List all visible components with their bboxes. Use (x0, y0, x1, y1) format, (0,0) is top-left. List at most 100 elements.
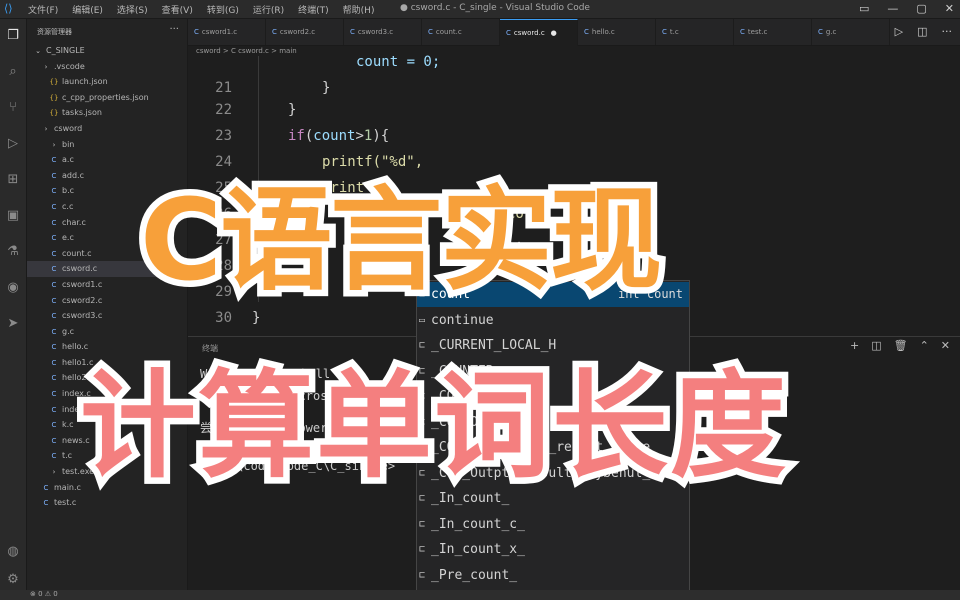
trash-icon[interactable]: 🗑 (894, 339, 908, 352)
editor-tab[interactable]: Chello.c (578, 19, 656, 45)
tab-label: csword1.c (201, 28, 238, 36)
c-file-icon: C (272, 28, 277, 36)
code-line: } (288, 102, 297, 118)
variable-icon: ⊏ (419, 544, 426, 555)
editor-tab[interactable]: Ct.c (656, 19, 734, 45)
status-bar: ⊗ 0 ⚠ 0 (0, 590, 960, 600)
suggestion-item[interactable]: ⊏ _In_count_c_ (417, 512, 689, 537)
editor-tab[interactable]: Ccsword1.c (188, 19, 266, 45)
search-icon[interactable]: ⌕ (4, 63, 22, 81)
variable-icon: ⊏ (419, 518, 426, 530)
menu-terminal[interactable]: 终端(T) (298, 3, 329, 16)
c-file-icon: C (51, 280, 57, 289)
c-file-icon: C (740, 28, 745, 36)
add-terminal-icon[interactable]: + (850, 339, 859, 352)
line-number: 21 (215, 80, 232, 96)
explorer-header: 资源管理器 (37, 28, 72, 36)
variable-icon: ⊏ (419, 569, 426, 581)
github-icon[interactable]: ◉ (4, 279, 22, 297)
menu-help[interactable]: 帮助(H) (343, 3, 375, 16)
c-file-icon: C (51, 343, 57, 352)
split-terminal-icon[interactable]: ◫ (871, 339, 881, 352)
remote-explorer-icon[interactable]: ▣ (4, 207, 22, 225)
tree-item-label: csword.c (62, 264, 98, 274)
code-line: } (252, 310, 261, 326)
suggestion-item[interactable]: ⊏ _Pre_count_ (417, 563, 689, 588)
menu-selection[interactable]: 选择(S) (117, 3, 148, 16)
menu-go[interactable]: 转到(G) (207, 3, 239, 16)
json-file-icon: {} (49, 78, 59, 87)
menu-run[interactable]: 运行(R) (253, 3, 284, 16)
editor-tab[interactable]: Ctest.c (734, 19, 812, 45)
close-icon[interactable]: ✕ (945, 2, 954, 15)
code-line: count = 0; (356, 54, 441, 70)
c-file-icon: C (43, 499, 49, 508)
tree-item-label: e.c (62, 233, 74, 243)
maximize-icon[interactable]: ▢ (916, 2, 926, 15)
split-editor-icon[interactable]: ◫ (917, 25, 927, 38)
editor-tab[interactable]: Ccsword2.c (266, 19, 344, 45)
testing-icon[interactable]: ⚗ (4, 243, 22, 261)
chevron-up-icon[interactable]: ⌃ (920, 339, 929, 352)
suggestion-label: _In_count_x_ (431, 542, 525, 557)
tree-item-label: launch.json (62, 77, 108, 87)
tree-item-label: .vscode (54, 61, 85, 71)
tree-item-label: b.c (62, 186, 75, 196)
account-icon[interactable]: ◍ (4, 543, 22, 561)
close-panel-icon[interactable]: ✕ (941, 339, 950, 352)
unsaved-dot-icon[interactable]: ● (551, 29, 557, 37)
tree-item-label: char.c (62, 217, 86, 227)
tree-folder[interactable]: › .vscode (27, 59, 187, 75)
run-icon[interactable]: ▷ (895, 25, 903, 38)
c-file-icon: C (51, 234, 57, 243)
c-file-icon: C (51, 374, 57, 383)
overlay-title-line1: C语言实现 (133, 170, 668, 313)
extensions-icon[interactable]: ⊞ (4, 171, 22, 189)
suggestion-item[interactable]: ⊏ _In_count_x_ (417, 537, 689, 562)
menu-view[interactable]: 查看(V) (162, 3, 193, 16)
tree-root[interactable]: ⌄ C_SINGLE (27, 43, 187, 59)
c-file-icon: C (506, 29, 511, 37)
tab-label: hello.c (591, 28, 615, 36)
problems-status[interactable]: ⊗ 0 ⚠ 0 (30, 590, 58, 598)
editor-tab[interactable]: Cg.c (812, 19, 890, 45)
run-debug-icon[interactable]: ▷ (4, 135, 22, 153)
tree-item-label: c_cpp_properties.json (62, 92, 149, 102)
more-icon[interactable]: ··· (942, 25, 953, 38)
tree-file[interactable]: {} launch.json (27, 74, 187, 90)
menu-file[interactable]: 文件(F) (28, 3, 58, 16)
editor-tab[interactable]: Ccount.c (422, 19, 500, 45)
c-file-icon: C (43, 483, 49, 492)
c-file-icon: C (51, 296, 57, 305)
settings-icon[interactable]: ⚙ (4, 571, 22, 589)
tree-item-label: a.c (62, 155, 74, 165)
editor-tab-bar: Ccsword1.c Ccsword2.c Ccsword3.c Ccount.c Cc… (188, 19, 960, 46)
editor-tab[interactable]: Ccsword3.c (344, 19, 422, 45)
folder-icon: › (44, 62, 48, 71)
tab-label: g.c (825, 28, 837, 36)
tree-folder[interactable]: › csword (27, 121, 187, 137)
c-file-icon: C (818, 28, 823, 36)
c-file-icon: C (51, 265, 57, 274)
c-file-icon: C (51, 390, 57, 399)
tab-label: csword.c (513, 29, 545, 37)
c-file-icon: C (51, 171, 57, 180)
files-icon[interactable]: ❐ (4, 27, 22, 45)
tree-file[interactable]: {} c_cpp_properties.json (27, 90, 187, 106)
minimize-icon[interactable]: — (887, 2, 898, 15)
more-actions-icon[interactable]: ··· (169, 24, 179, 35)
tab-label: test.c (747, 28, 768, 36)
c-file-icon: C (51, 156, 57, 165)
share-icon[interactable]: ➤ (4, 315, 22, 333)
c-file-icon: C (51, 327, 57, 336)
layout-icon[interactable]: ▭ (859, 2, 869, 15)
folder-icon: › (44, 124, 48, 133)
tree-item-label: tasks.json (62, 108, 102, 118)
editor-tab[interactable]: Ccsword.c ● (500, 19, 578, 46)
source-control-icon[interactable]: ⑂ (4, 99, 22, 117)
menu-edit[interactable]: 编辑(E) (72, 3, 103, 16)
breadcrumb[interactable]: csword > C csword.c > main (196, 47, 297, 55)
activity-bar: ❐ ⌕ ⑂ ▷ ⊞ ▣ ⚗ ◉ ➤ ◍ ⚙ (0, 19, 27, 600)
json-file-icon: {} (49, 109, 59, 118)
tree-file[interactable]: {} tasks.json (27, 105, 187, 121)
